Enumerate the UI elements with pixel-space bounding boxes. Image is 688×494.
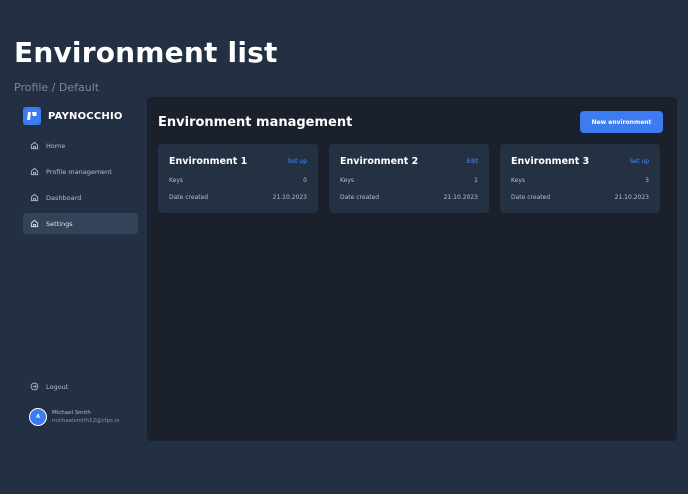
keys-value: 3 <box>645 177 649 184</box>
environment-card: Environment 1 Set up Keys 0 Date created… <box>158 144 318 213</box>
sidebar-item-label: Home <box>46 141 66 150</box>
main-panel: Environment management New environment E… <box>147 97 677 441</box>
home-icon <box>30 141 39 150</box>
date-label: Date created <box>169 194 209 201</box>
date-label: Date created <box>340 194 380 201</box>
keys-row: Keys 1 <box>340 177 478 184</box>
keys-label: Keys <box>169 177 184 184</box>
setup-link[interactable]: Set up <box>630 158 649 165</box>
keys-label: Keys <box>340 177 355 184</box>
home-icon <box>30 167 39 176</box>
keys-label: Keys <box>511 177 526 184</box>
logout-button[interactable]: Logout <box>30 382 68 391</box>
home-icon <box>30 219 39 228</box>
breadcrumb[interactable]: Profile / Default <box>14 81 99 95</box>
sidebar-item-dashboard[interactable]: Dashboard <box>23 187 138 208</box>
environment-name: Environment 3 <box>511 156 590 167</box>
sidebar-item-label: Settings <box>46 219 73 228</box>
brand-name: PAYNOCCHIO <box>48 110 123 122</box>
page-title: Environment list <box>14 36 278 69</box>
new-environment-button[interactable]: New environment <box>580 111 663 133</box>
setup-link[interactable]: Set up <box>288 158 307 165</box>
user-name: Michael Smith <box>52 410 91 416</box>
date-row: Date created 21.10.2023 <box>340 194 478 201</box>
section-title: Environment management <box>158 115 353 130</box>
sidebar-item-home[interactable]: Home <box>23 135 138 156</box>
keys-value: 1 <box>474 177 478 184</box>
paynocchio-logo-icon <box>23 107 41 125</box>
user-email: michaelsmith12@cfps.io <box>52 418 120 424</box>
date-row: Date created 21.10.2023 <box>511 194 649 201</box>
environment-card: Environment 3 Set up Keys 3 Date created… <box>500 144 660 213</box>
logout-label: Logout <box>46 382 69 391</box>
brand[interactable]: PAYNOCCHIO <box>23 107 123 125</box>
sidebar-item-settings[interactable]: Settings <box>23 213 138 234</box>
keys-row: Keys 3 <box>511 177 649 184</box>
keys-value: 0 <box>303 177 307 184</box>
sidebar: PAYNOCCHIO Home Profile management Dashb… <box>14 97 146 441</box>
sidebar-item-label: Dashboard <box>46 193 82 202</box>
home-icon <box>30 193 39 202</box>
date-value: 21.10.2023 <box>614 194 649 201</box>
environment-name: Environment 1 <box>169 156 248 167</box>
date-label: Date created <box>511 194 551 201</box>
avatar: A <box>29 408 47 426</box>
sidebar-item-label: Profile management <box>46 167 112 176</box>
keys-row: Keys 0 <box>169 177 307 184</box>
environment-name: Environment 2 <box>340 156 419 167</box>
sidebar-item-profile-management[interactable]: Profile management <box>23 161 138 182</box>
date-value: 21.10.2023 <box>272 194 307 201</box>
date-row: Date created 21.10.2023 <box>169 194 307 201</box>
date-value: 21.10.2023 <box>443 194 478 201</box>
sidebar-nav: Home Profile management Dashboard Settin… <box>23 135 138 239</box>
logout-icon <box>30 382 39 391</box>
edit-link[interactable]: Edit <box>466 158 478 165</box>
environment-card: Environment 2 Edit Keys 1 Date created 2… <box>329 144 489 213</box>
environment-cards: Environment 1 Set up Keys 0 Date created… <box>158 144 671 213</box>
user-profile[interactable]: A Michael Smith michaelsmith12@cfps.io <box>29 408 120 426</box>
